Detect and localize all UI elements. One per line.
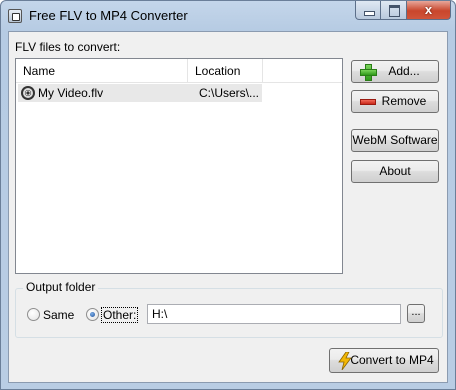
add-button-label: Add... (388, 64, 420, 78)
radio-other[interactable] (86, 308, 99, 321)
app-icon[interactable] (8, 9, 22, 23)
file-list-header: Name Location (16, 59, 342, 83)
convert-button-label: Convert to MP4 (350, 353, 434, 367)
table-row[interactable]: My Video.flv C:\Users\... (18, 84, 262, 102)
close-button[interactable]: x (407, 1, 451, 20)
radio-same[interactable] (27, 308, 40, 321)
minimize-button[interactable] (355, 1, 381, 20)
row-file-location: C:\Users\... (199, 86, 260, 100)
remove-button-label: Remove (381, 94, 427, 108)
close-icon: x (424, 2, 433, 17)
row-file-name: My Video.flv (38, 86, 104, 100)
maximize-button[interactable] (381, 1, 407, 20)
browse-button-label: ... (411, 306, 421, 318)
column-header-location[interactable]: Location (188, 59, 263, 83)
client-area: FLV files to convert: Name Location My V… (8, 31, 448, 383)
plus-icon (360, 64, 377, 81)
window-title: Free FLV to MP4 Converter (29, 8, 188, 23)
title-bar[interactable]: Free FLV to MP4 Converter x (1, 1, 455, 31)
radio-other-label[interactable]: Other: (101, 307, 139, 323)
output-folder-label: Output folder (23, 280, 99, 294)
about-button[interactable]: About (351, 160, 439, 183)
app-window: Free FLV to MP4 Converter x FLV files to… (0, 0, 456, 390)
files-label: FLV files to convert: (15, 40, 121, 54)
radio-same-label[interactable]: Same (43, 308, 74, 322)
browse-button[interactable]: ... (407, 304, 425, 323)
webm-button-label: WebM Software (352, 133, 438, 147)
convert-button[interactable]: Convert to MP4 (329, 348, 439, 373)
output-path-input[interactable] (147, 304, 401, 324)
webm-software-button[interactable]: WebM Software (351, 129, 439, 152)
minus-icon (360, 99, 376, 105)
remove-button[interactable]: Remove (351, 90, 439, 113)
film-reel-icon (21, 86, 35, 100)
column-header-name[interactable]: Name (16, 59, 188, 83)
window-controls: x (355, 1, 451, 21)
add-button[interactable]: Add... (351, 60, 439, 83)
lightning-bolt-icon (338, 352, 352, 370)
about-button-label: About (379, 164, 411, 178)
file-list[interactable]: Name Location My Video.flv C:\Users\... (15, 58, 343, 274)
